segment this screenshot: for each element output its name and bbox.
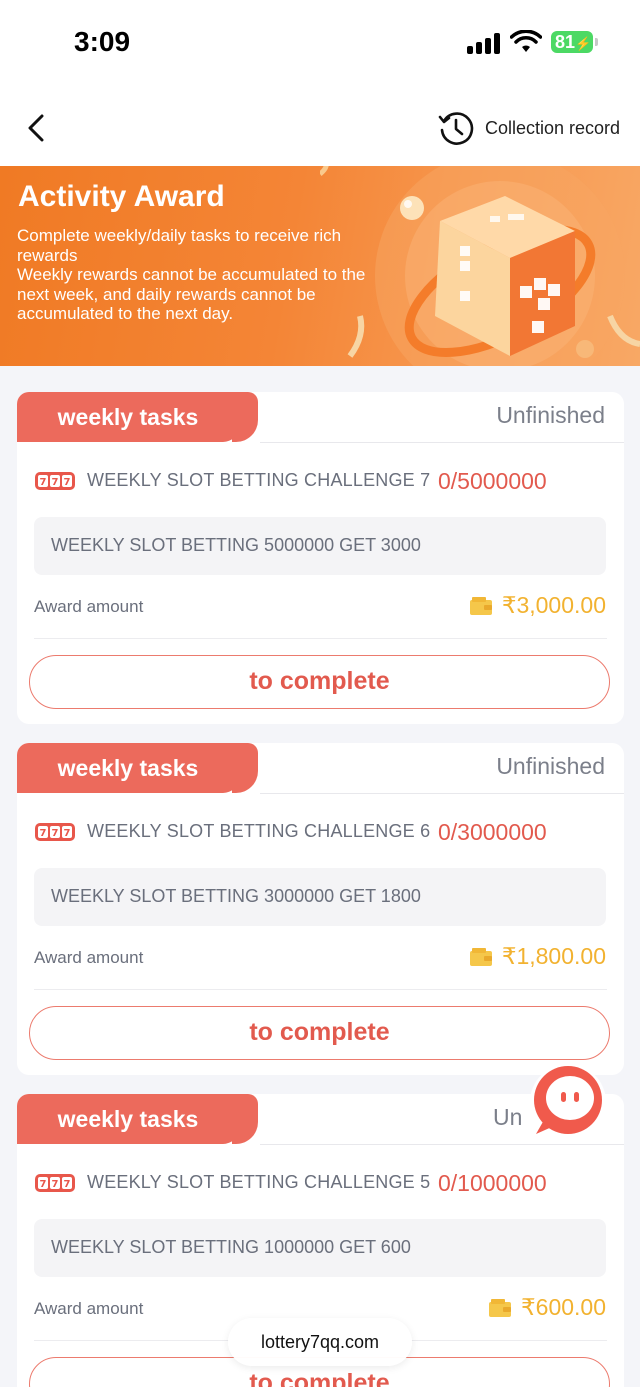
svg-text:7: 7 <box>52 828 59 839</box>
svg-text:7: 7 <box>40 477 47 488</box>
svg-text:7: 7 <box>64 1179 71 1190</box>
to-complete-button[interactable]: to complete <box>29 655 610 709</box>
award-value: ₹600.00 <box>521 1294 606 1320</box>
back-icon[interactable] <box>20 110 56 146</box>
nav-bar: Collection record <box>0 88 640 166</box>
svg-text:7: 7 <box>52 477 59 488</box>
activity-banner: Activity Award Complete weekly/daily tas… <box>0 166 640 366</box>
banner-title: Activity Award <box>18 180 225 213</box>
award-amount: ₹3,000.00 <box>469 592 606 619</box>
card-header-rule <box>260 442 624 443</box>
task-description-box: WEEKLY SLOT BETTING 1000000 GET 600 <box>34 1219 606 1277</box>
battery-cap <box>595 38 598 46</box>
task-description: WEEKLY SLOT BETTING 5000000 GET 3000 <box>51 535 421 555</box>
svg-text:7: 7 <box>52 1179 59 1190</box>
wallet-icon <box>489 1298 512 1317</box>
card-header-rule <box>260 793 624 794</box>
customer-service-chat-icon[interactable] <box>528 1062 608 1142</box>
task-progress: 0/1000000 <box>438 1170 547 1196</box>
task-description-box: WEEKLY SLOT BETTING 5000000 GET 3000 <box>34 517 606 575</box>
svg-text:7: 7 <box>64 477 71 488</box>
card-divider <box>34 638 607 639</box>
wallet-icon <box>469 596 492 615</box>
task-description-box: WEEKLY SLOT BETTING 3000000 GET 1800 <box>34 868 606 926</box>
tab-weekly-tasks[interactable]: weekly tasks <box>17 1094 239 1144</box>
task-card: weekly tasks Unfinished 7 7 7 WEEKLY SLO… <box>17 743 624 1075</box>
task-name: WEEKLY SLOT BETTING CHALLENGE 6 <box>87 821 431 841</box>
status-bar: 3:09 81⚡ <box>0 0 640 88</box>
award-amount: ₹1,800.00 <box>469 943 606 970</box>
battery-level: 81 <box>555 32 576 52</box>
collection-record-link[interactable]: Collection record <box>437 108 620 148</box>
award-label: Award amount <box>34 948 144 967</box>
task-card: weekly tasks Unfinished 7 7 7 WEEKLY SLO… <box>17 392 624 724</box>
collection-record-label: Collection record <box>485 117 621 138</box>
wifi-icon <box>510 30 542 52</box>
status-time: 3:09 <box>74 26 131 57</box>
history-icon <box>438 112 474 145</box>
task-progress: 0/3000000 <box>438 819 547 845</box>
slot-777-icon: 7 7 7 <box>35 472 75 490</box>
tab-weekly-tasks[interactable]: weekly tasks <box>17 392 239 442</box>
battery-indicator: 81⚡ <box>551 31 593 53</box>
task-status: Un <box>493 1104 523 1130</box>
svg-text:7: 7 <box>40 828 47 839</box>
lucky-cube-illustration <box>320 166 640 366</box>
award-label: Award amount <box>34 1299 144 1318</box>
svg-text:7: 7 <box>40 1179 47 1190</box>
award-value: ₹3,000.00 <box>501 592 606 618</box>
wallet-icon <box>469 947 492 966</box>
svg-text:7: 7 <box>64 828 71 839</box>
task-description: WEEKLY SLOT BETTING 1000000 GET 600 <box>51 1237 411 1257</box>
task-name: WEEKLY SLOT BETTING CHALLENGE 5 <box>87 1172 431 1192</box>
award-value: ₹1,800.00 <box>501 943 606 969</box>
award-amount: ₹600.00 <box>489 1294 606 1321</box>
task-status: Unfinished <box>496 753 605 779</box>
tab-weekly-tasks[interactable]: weekly tasks <box>17 743 239 793</box>
domain-url-pill: lottery7qq.com <box>228 1318 412 1366</box>
task-name: WEEKLY SLOT BETTING CHALLENGE 7 <box>87 470 431 490</box>
task-description: WEEKLY SLOT BETTING 3000000 GET 1800 <box>51 886 421 906</box>
task-progress: 0/5000000 <box>438 468 547 494</box>
slot-777-icon: 7 7 7 <box>35 1174 75 1192</box>
signal-icon <box>467 32 501 54</box>
award-label: Award amount <box>34 597 144 616</box>
card-divider <box>34 989 607 990</box>
task-status: Unfinished <box>496 402 605 428</box>
to-complete-button[interactable]: to complete <box>29 1006 610 1060</box>
card-header-rule <box>260 1144 624 1145</box>
slot-777-icon: 7 7 7 <box>35 823 75 841</box>
